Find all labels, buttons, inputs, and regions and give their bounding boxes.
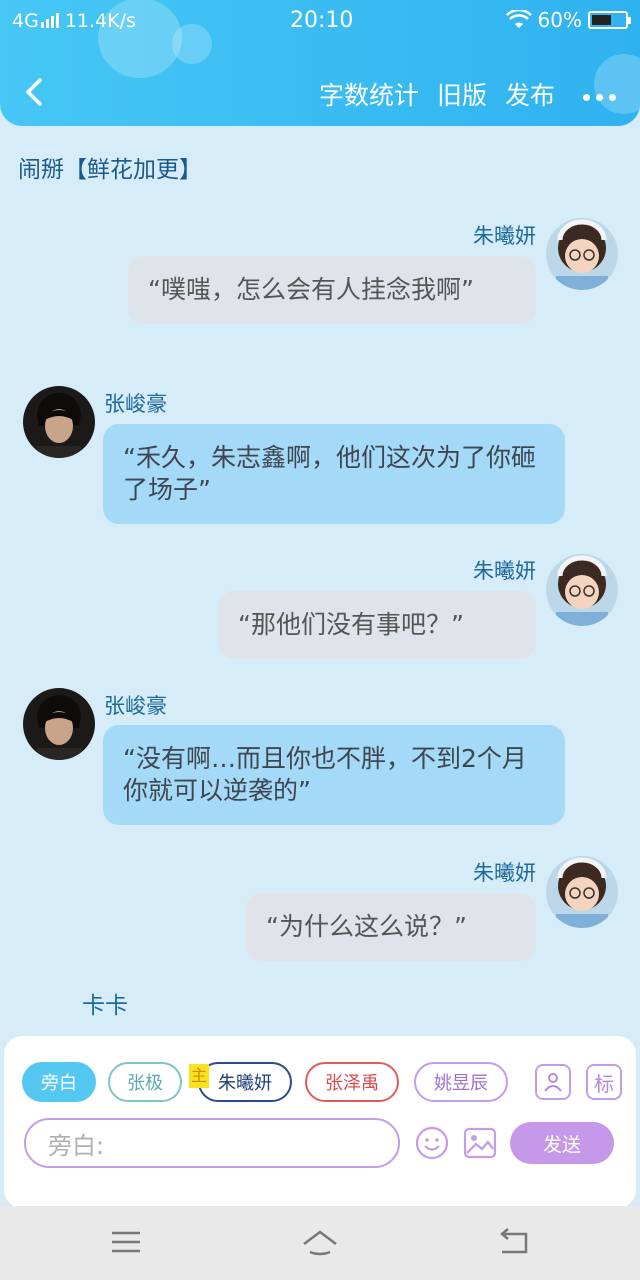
avatar[interactable] <box>546 218 618 290</box>
speaker-name: 朱曦妍 <box>473 224 536 248</box>
chapter-title: 闹掰【鲜花加更】 <box>18 157 202 183</box>
role-chip[interactable]: 张泽禹 <box>305 1062 399 1102</box>
home-icon[interactable] <box>300 1224 340 1260</box>
app-header: 4G 11.4K/s 20:10 60% 字数统计 旧版 发布 <box>0 0 640 126</box>
typing-indicator: 卡卡 <box>82 993 128 1019</box>
speaker-name: 张峻豪 <box>104 392 167 416</box>
label-button[interactable]: 标 <box>586 1064 622 1100</box>
avatar[interactable] <box>23 688 95 760</box>
role-chip[interactable]: 张极 <box>108 1062 182 1102</box>
back-icon[interactable] <box>494 1224 534 1260</box>
publish-button[interactable]: 发布 <box>505 76 555 112</box>
battery-icon <box>588 11 631 29</box>
emoji-icon[interactable] <box>414 1125 450 1161</box>
image-icon[interactable] <box>462 1125 498 1161</box>
menu-icon[interactable] <box>106 1224 146 1260</box>
more-dots-icon[interactable] <box>583 76 616 112</box>
message-bubble: “噗嗤，怎么会有人挂念我啊” <box>128 256 536 324</box>
avatar[interactable] <box>546 554 618 626</box>
message-bubble: “那他们没有事吧？” <box>218 591 536 659</box>
avatar[interactable] <box>23 386 95 458</box>
message-bubble: “禾久，朱志鑫啊，他们这次为了你砸了场子” <box>103 424 565 524</box>
word-count-button[interactable]: 字数统计 <box>319 76 419 112</box>
clock: 20:10 <box>290 8 354 33</box>
role-chip-narration[interactable]: 旁白 <box>22 1062 96 1102</box>
signal-icon <box>40 12 59 28</box>
chevron-left-icon[interactable] <box>22 74 50 110</box>
network-type: 4G <box>12 10 39 32</box>
role-chip-main[interactable]: 朱曦妍 <box>198 1062 292 1102</box>
message-input[interactable]: 旁白: <box>24 1118 400 1168</box>
send-button[interactable]: 发送 <box>510 1122 614 1164</box>
speaker-name: 朱曦妍 <box>473 861 536 885</box>
status-bar: 4G 11.4K/s 20:10 60% <box>0 8 640 38</box>
avatar[interactable] <box>546 856 618 928</box>
wifi-icon <box>505 10 532 28</box>
system-nav-bar <box>0 1206 640 1280</box>
message-bubble: “为什么这么说？” <box>246 893 536 961</box>
role-chip[interactable]: 姚昱辰 <box>414 1062 508 1102</box>
battery-percent: 60% <box>537 8 582 32</box>
network-speed: 11.4K/s <box>64 10 136 32</box>
message-bubble: “没有啊…而且你也不胖，不到2个月你就可以逆袭的” <box>103 725 565 825</box>
toolbar: 字数统计 旧版 发布 <box>0 72 640 116</box>
speaker-name: 张峻豪 <box>104 694 167 718</box>
main-role-tag: 主 <box>189 1064 209 1088</box>
old-version-button[interactable]: 旧版 <box>437 76 487 112</box>
speaker-name: 朱曦妍 <box>473 559 536 583</box>
character-icon[interactable] <box>535 1064 571 1100</box>
